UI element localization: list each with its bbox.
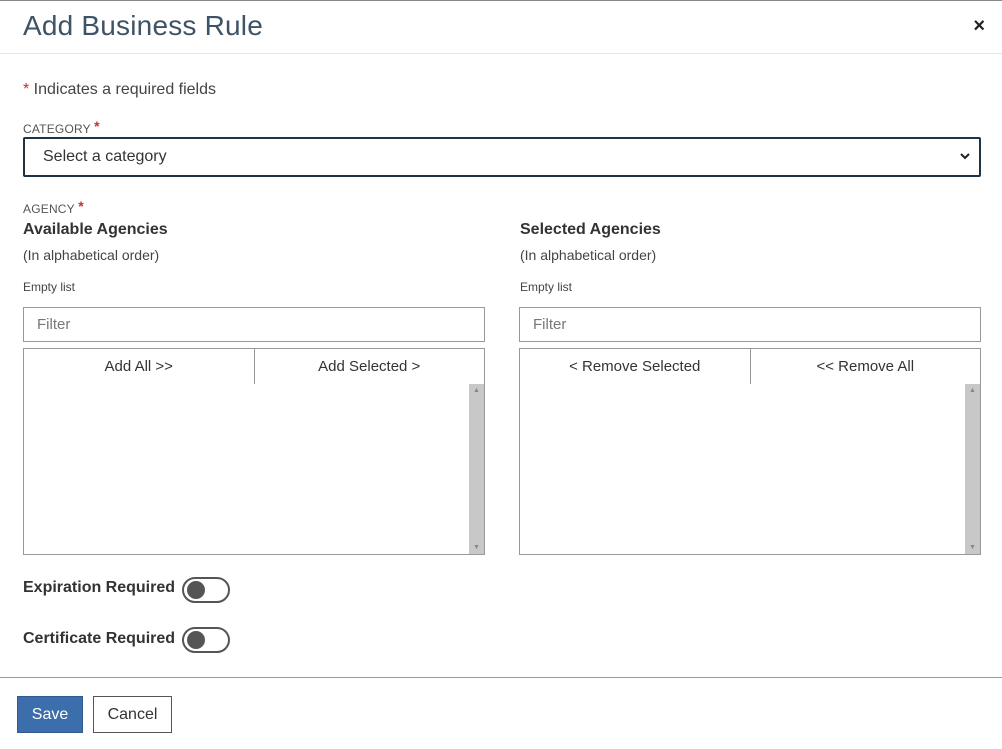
- expiration-required-label: Expiration Required: [23, 579, 176, 596]
- cancel-button[interactable]: Cancel: [93, 696, 172, 733]
- required-fields-note: * Indicates a required fields: [23, 81, 216, 99]
- required-note-text: Indicates a required fields: [29, 81, 217, 98]
- scroll-up-icon[interactable]: ▲: [469, 387, 484, 394]
- category-required-star: *: [94, 118, 100, 134]
- expiration-required-toggle[interactable]: [182, 577, 230, 603]
- chevron-down-icon: [959, 139, 971, 189]
- available-filter-input[interactable]: Filter: [23, 307, 485, 342]
- available-agencies-list[interactable]: ▲ ▼: [23, 384, 485, 555]
- certificate-required-toggle[interactable]: [182, 627, 230, 653]
- toggle-knob-icon: [187, 631, 205, 649]
- agency-required-star: *: [78, 198, 84, 214]
- add-selected-button[interactable]: Add Selected >: [253, 349, 484, 384]
- dialog-footer: Save Cancel: [0, 677, 1002, 749]
- dialog-header: Add Business Rule ×: [0, 1, 1002, 54]
- category-label-text: CATEGORY: [23, 122, 91, 136]
- category-select[interactable]: Select a category: [23, 137, 981, 177]
- scroll-down-icon[interactable]: ▼: [965, 544, 980, 551]
- selected-agencies-title: Selected Agencies: [520, 221, 661, 238]
- remove-all-button[interactable]: << Remove All: [749, 349, 980, 384]
- scroll-down-icon[interactable]: ▼: [469, 544, 484, 551]
- selected-filter-input[interactable]: Filter: [519, 307, 981, 342]
- available-button-group: Add All >> Add Selected >: [23, 348, 485, 385]
- category-label: CATEGORY *: [23, 118, 100, 136]
- add-all-button[interactable]: Add All >>: [24, 349, 254, 384]
- selected-button-group: < Remove Selected << Remove All: [519, 348, 981, 385]
- close-icon[interactable]: ×: [973, 16, 985, 36]
- add-business-rule-dialog: Add Business Rule × * Indicates a requir…: [0, 0, 1002, 749]
- available-agencies-empty-text: Empty list: [23, 280, 76, 294]
- remove-selected-button[interactable]: < Remove Selected: [520, 349, 750, 384]
- available-agencies-title: Available Agencies: [23, 221, 168, 238]
- agency-label: AGENCY *: [23, 198, 84, 216]
- toggle-knob-icon: [187, 581, 205, 599]
- category-select-value: Select a category: [43, 148, 167, 165]
- available-list-scrollbar[interactable]: ▲ ▼: [469, 384, 484, 554]
- selected-list-scrollbar[interactable]: ▲ ▼: [965, 384, 980, 554]
- available-agencies-subtitle: (In alphabetical order): [23, 247, 160, 263]
- dialog-title: Add Business Rule: [23, 10, 263, 41]
- selected-agencies-subtitle: (In alphabetical order): [520, 247, 657, 263]
- scroll-up-icon[interactable]: ▲: [965, 387, 980, 394]
- save-button[interactable]: Save: [17, 696, 83, 733]
- selected-agencies-empty-text: Empty list: [520, 280, 573, 294]
- selected-agencies-list[interactable]: ▲ ▼: [519, 384, 981, 555]
- agency-label-text: AGENCY: [23, 202, 75, 216]
- certificate-required-label: Certificate Required: [23, 630, 176, 647]
